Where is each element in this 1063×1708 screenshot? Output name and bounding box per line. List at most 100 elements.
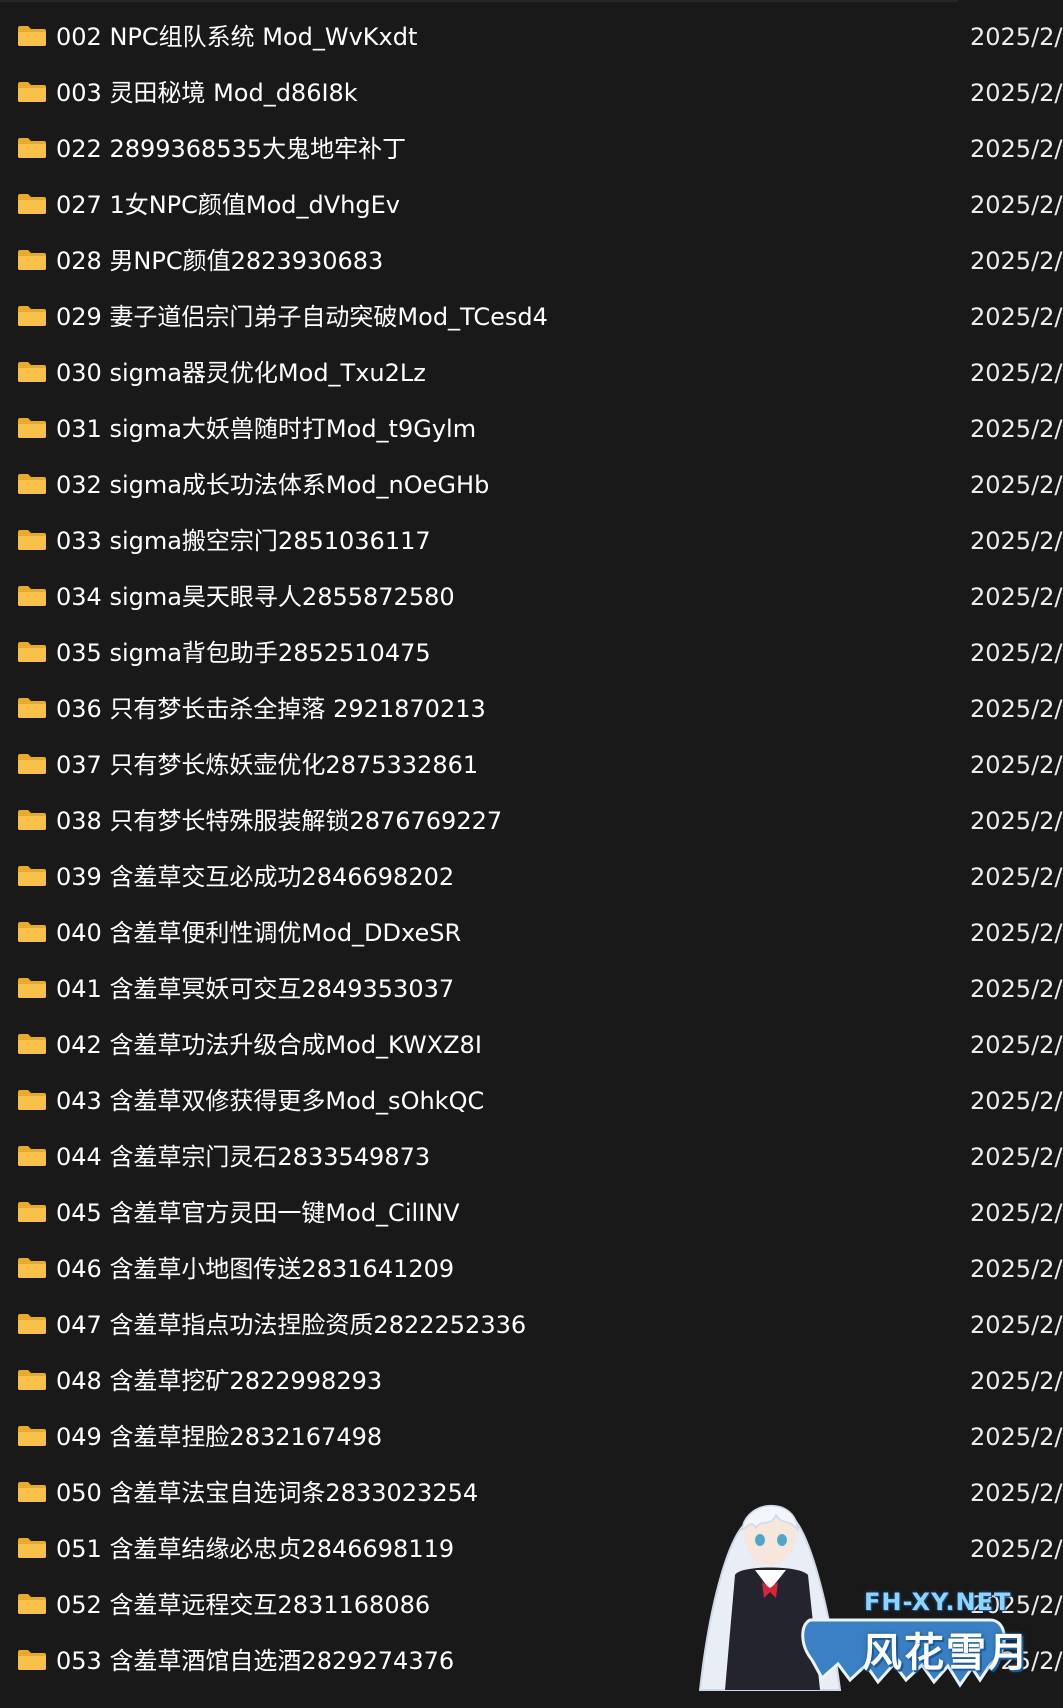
file-name: 036 只有梦长击杀全掉落 2921870213	[56, 695, 486, 723]
file-name: 052 含羞草远程交互2831168086	[56, 1591, 431, 1619]
file-row[interactable]: 036 只有梦长击杀全掉落 2921870213 2025/2/2	[0, 682, 1063, 738]
folder-icon	[18, 1594, 46, 1614]
file-row[interactable]: 039 含羞草交互必成功2846698202 2025/2/2	[0, 850, 1063, 906]
file-date: 2025/2/2	[970, 639, 1063, 667]
file-row[interactable]: 029 妻子道侣宗门弟子自动突破Mod_TCesd4 2025/2/2	[0, 290, 1063, 346]
file-date: 2025/2/2	[970, 135, 1063, 163]
file-date: 2025/2/2	[970, 23, 1063, 51]
folder-icon	[18, 1258, 46, 1278]
file-date: 2025/2/2	[970, 863, 1063, 891]
folder-icon	[18, 810, 46, 830]
file-row[interactable]: 033 sigma搬空宗门2851036117 2025/2/2	[0, 514, 1063, 570]
folder-icon	[18, 978, 46, 998]
file-row[interactable]: 034 sigma昊天眼寻人2855872580 2025/2/2	[0, 570, 1063, 626]
file-row[interactable]: 044 含羞草宗门灵石2833549873 2025/2/2	[0, 1130, 1063, 1186]
file-name: 046 含羞草小地图传送2831641209	[56, 1255, 455, 1283]
file-row[interactable]: 041 含羞草冥妖可交互2849353037 2025/2/2	[0, 962, 1063, 1018]
folder-icon	[18, 1090, 46, 1110]
file-row[interactable]: 027 1女NPC颜值Mod_dVhgEv 2025/2/2	[0, 178, 1063, 234]
folder-icon	[18, 194, 46, 214]
file-date: 2025/2/2	[970, 751, 1063, 779]
file-name: 003 灵田秘境 Mod_d86I8k	[56, 79, 358, 107]
file-row[interactable]: 032 sigma成长功法体系Mod_nOeGHb 2025/2/2	[0, 458, 1063, 514]
file-date: 2025/2/2	[970, 1367, 1063, 1395]
file-date: 2025/2/2	[970, 583, 1063, 611]
folder-icon	[18, 698, 46, 718]
file-name: 045 含羞草官方灵田一键Mod_CilINV	[56, 1199, 460, 1227]
folder-icon	[18, 1538, 46, 1558]
folder-icon	[18, 530, 46, 550]
file-row[interactable]: 028 男NPC颜值2823930683 2025/2/2	[0, 234, 1063, 290]
file-name: 039 含羞草交互必成功2846698202	[56, 863, 455, 891]
file-name: 027 1女NPC颜值Mod_dVhgEv	[56, 191, 400, 219]
file-row[interactable]: 047 含羞草指点功法捏脸资质2822252336 2025/2/2	[0, 1298, 1063, 1354]
file-date: 2025/2/2	[970, 695, 1063, 723]
file-name: 051 含羞草结缘必忠贞2846698119	[56, 1535, 455, 1563]
file-date: 2025/2/2	[970, 471, 1063, 499]
file-row[interactable]: 030 sigma器灵优化Mod_Txu2Lz 2025/2/2	[0, 346, 1063, 402]
file-name: 002 NPC组队系统 Mod_WvKxdt	[56, 23, 418, 51]
file-date: 2025/2/2	[970, 1143, 1063, 1171]
file-name: 047 含羞草指点功法捏脸资质2822252336	[56, 1311, 527, 1339]
file-name: 044 含羞草宗门灵石2833549873	[56, 1143, 431, 1171]
file-name: 041 含羞草冥妖可交互2849353037	[56, 975, 455, 1003]
file-date: 2025/2/2	[970, 527, 1063, 555]
file-date: 2025/2/2	[970, 807, 1063, 835]
watermark-text-cn: 风花雪月	[862, 1630, 1030, 1676]
folder-icon	[18, 1370, 46, 1390]
file-name: 033 sigma搬空宗门2851036117	[56, 527, 431, 555]
file-row[interactable]: 043 含羞草双修获得更多Mod_sOhkQC 2025/2/2	[0, 1074, 1063, 1130]
file-date: 2025/2/2	[970, 1311, 1063, 1339]
file-row[interactable]: 045 含羞草官方灵田一键Mod_CilINV 2025/2/2	[0, 1186, 1063, 1242]
file-name: 048 含羞草挖矿2822998293	[56, 1367, 383, 1395]
folder-icon	[18, 1482, 46, 1502]
file-name: 050 含羞草法宝自选词条2833023254	[56, 1479, 479, 1507]
file-list: 002 NPC组队系统 Mod_WvKxdt 2025/2/2 003 灵田秘境 M…	[0, 10, 1063, 1690]
file-name: 038 只有梦长特殊服装解锁2876769227	[56, 807, 503, 835]
folder-icon	[18, 1314, 46, 1334]
folder-icon	[18, 1034, 46, 1054]
file-row[interactable]: 031 sigma大妖兽随时打Mod_t9Gylm 2025/2/2	[0, 402, 1063, 458]
file-row[interactable]: 002 NPC组队系统 Mod_WvKxdt 2025/2/2	[0, 10, 1063, 66]
folder-icon	[18, 922, 46, 942]
file-row[interactable]: 046 含羞草小地图传送2831641209 2025/2/2	[0, 1242, 1063, 1298]
file-row[interactable]: 037 只有梦长炼妖壶优化2875332861 2025/2/2	[0, 738, 1063, 794]
file-name: 035 sigma背包助手2852510475	[56, 639, 431, 667]
file-row[interactable]: 048 含羞草挖矿2822998293 2025/2/2	[0, 1354, 1063, 1410]
file-date: 2025/2/2	[970, 191, 1063, 219]
file-date: 2025/2/2	[970, 247, 1063, 275]
file-date: 2025/2/2	[970, 303, 1063, 331]
file-date: 2025/2/2	[970, 919, 1063, 947]
folder-icon	[18, 138, 46, 158]
folder-icon	[18, 306, 46, 326]
file-date: 2025/2/2	[970, 1199, 1063, 1227]
file-name: 031 sigma大妖兽随时打Mod_t9Gylm	[56, 415, 477, 443]
folder-icon	[18, 82, 46, 102]
file-row[interactable]: 003 灵田秘境 Mod_d86I8k 2025/2/2	[0, 66, 1063, 122]
file-date: 2025/2/2	[970, 1423, 1063, 1451]
folder-icon	[18, 586, 46, 606]
file-date: 2025/2/2	[970, 1087, 1063, 1115]
file-name: 042 含羞草功法升级合成Mod_KWXZ8I	[56, 1031, 482, 1059]
file-name: 040 含羞草便利性调优Mod_DDxeSR	[56, 919, 462, 947]
file-row[interactable]: 038 只有梦长特殊服装解锁2876769227 2025/2/2	[0, 794, 1063, 850]
file-row[interactable]: 042 含羞草功法升级合成Mod_KWXZ8I 2025/2/2	[0, 1018, 1063, 1074]
watermark-logo: FH-XY.NET 风花雪月	[690, 1490, 1040, 1700]
file-date: 2025/2/2	[970, 1031, 1063, 1059]
file-row[interactable]: 035 sigma背包助手2852510475 2025/2/2	[0, 626, 1063, 682]
file-name: 028 男NPC颜值2823930683	[56, 247, 384, 275]
file-date: 2025/2/2	[970, 1255, 1063, 1283]
file-name: 053 含羞草酒馆自选酒2829274376	[56, 1647, 455, 1675]
file-date: 2025/2/2	[970, 415, 1063, 443]
file-date: 2025/2/2	[970, 359, 1063, 387]
file-row[interactable]: 040 含羞草便利性调优Mod_DDxeSR 2025/2/2	[0, 906, 1063, 962]
file-date: 2025/2/2	[970, 79, 1063, 107]
file-row[interactable]: 022 2899368535大鬼地牢补丁 2025/2/2	[0, 122, 1063, 178]
folder-icon	[18, 866, 46, 886]
folder-icon	[18, 474, 46, 494]
folder-icon	[18, 26, 46, 46]
folder-icon	[18, 1202, 46, 1222]
folder-icon	[18, 362, 46, 382]
folder-icon	[18, 1146, 46, 1166]
file-row[interactable]: 049 含羞草捏脸2832167498 2025/2/2	[0, 1410, 1063, 1466]
